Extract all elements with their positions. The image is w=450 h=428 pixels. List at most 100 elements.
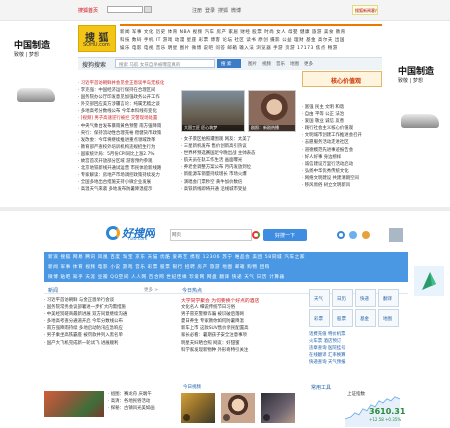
tool-tile[interactable]: 快递	[355, 289, 376, 307]
site-nav-row-2[interactable]: 新闻 军事 体育 视频 电影 小说 游戏 音乐 彩票 股票 银行 招聘 房产 旅…	[48, 264, 270, 270]
video-section-label[interactable]: 今日视频	[183, 384, 201, 390]
sohu-brand-link[interactable]: 搜狐首页	[78, 7, 98, 14]
sohu-search-input[interactable]: 搜索 马航 女孩自杀被曝是真的	[115, 59, 215, 68]
search-tab-video[interactable]: 视频	[262, 61, 271, 67]
skin-icon[interactable]	[362, 231, 370, 239]
news-item[interactable]: · 新能源车销量持续增长 市场火爆	[181, 171, 296, 178]
sohu-search-button[interactable]: 搜 索	[217, 59, 241, 68]
hao-search-input[interactable]	[170, 229, 252, 241]
news-item[interactable]: · 习近平首访朝鲜 与金正恩举行会谈	[44, 297, 168, 304]
news-photo-2[interactable]: 剧照：新剧热播	[248, 90, 296, 132]
register-link[interactable]: 注册	[192, 7, 202, 14]
rocket-icon[interactable]	[414, 266, 444, 296]
video-thumb[interactable]	[181, 393, 215, 423]
hao-search-tab[interactable]: 网页	[172, 232, 181, 238]
channel-nav-row-3[interactable]: 娱乐 电影 电视 音乐 明星 图片 微博 说吧 问答 邮箱 输入法 浏览器 手游…	[120, 45, 382, 52]
hao-search-button[interactable]: 好搜一下	[263, 229, 307, 241]
tool-link[interactable]: 快递查询 天气预报	[309, 359, 401, 366]
tool-tile[interactable]: 日历	[332, 289, 353, 307]
tool-link[interactable]: 火车票 酒店预订	[309, 338, 401, 345]
site-nav-row-1[interactable]: 新浪 搜狐 网易 腾讯 凤凰 百度 淘宝 京东 天猫 优酷 爱奇艺 携程 123…	[48, 254, 305, 260]
headline-item[interactable]: · 习近平首访朝鲜并会见金正恩谈半岛无核化	[78, 80, 178, 87]
search-tab-images[interactable]: 图片	[248, 61, 257, 67]
news-item[interactable]: · 航天员在轨工作生活 画面曝光	[181, 157, 296, 164]
headline-item[interactable]: · 李克强：中国经济运行保持在合理区间	[78, 87, 178, 94]
hot-headline[interactable]: 大学同学聚会 为何要换个好点的酒店	[181, 297, 301, 304]
list-item[interactable]: · 组图：赛龙舟 庆端午	[108, 391, 168, 398]
tool-tile[interactable]: 翻译	[378, 289, 399, 307]
news-item[interactable]: · 世界杯预选赛国足今晚出战 主帅表态	[181, 150, 296, 157]
news-item[interactable]: · 移风易俗 树立文明新风	[302, 182, 382, 189]
news-more-link[interactable]: 更多 >	[144, 287, 158, 293]
headline-item[interactable]: · 专家解读：房地产市场调控政策持续发力	[78, 172, 178, 179]
headline-item[interactable]: · [视频] 男子高速逆行被拦 交警现场处置	[78, 115, 178, 122]
tool-tile[interactable]: 股票	[332, 309, 353, 327]
news-photo-1[interactable]: 大国工匠 匠心筑梦	[181, 90, 245, 132]
headline-item[interactable]: · 发改委：今年将继续推进重点领域改革	[78, 137, 178, 144]
tool-tile[interactable]: 基金	[355, 309, 376, 327]
headline-item[interactable]: · 国家统计局：5月份CPI同比上涨2.7%	[78, 151, 178, 158]
video-thumb[interactable]	[261, 393, 295, 423]
news-item[interactable]: · 志愿服务活动走进社区	[302, 139, 382, 146]
headline-item[interactable]: · 全国多地出台措施支持小微企业发展	[78, 179, 178, 186]
channel-nav-row-2[interactable]: 科技 数码 手机 IT 游戏 动漫 星座 彩票 博客 论坛 社区 读书 原创 摄…	[120, 37, 382, 44]
sohu-link[interactable]: 搜狐	[218, 7, 228, 14]
news-item[interactable]: · 弘扬中华优秀传统文化	[302, 168, 382, 175]
photo-thumbnail[interactable]	[44, 391, 104, 417]
tool-link[interactable]: 在线翻译 汇率换算	[309, 352, 401, 359]
news-item[interactable]: · 国务院常务会议部署进一步扩大内需措施	[44, 304, 168, 311]
news-item[interactable]: · 道德模范先进事迹报告会	[302, 147, 382, 154]
news-item[interactable]: · 网络文明建设 共建清朗空间	[302, 175, 382, 182]
headline-item[interactable]: · 外交部回应美方涉疆言论：纯属无稽之谈	[78, 101, 178, 108]
hot-item[interactable]: 文化名人 细说传统节日习俗	[181, 304, 301, 311]
hot-item[interactable]: 科学家发现新物种 外形奇特引关注	[181, 347, 301, 354]
news-item[interactable]: · 三星新机发布 售价创新高引热议	[181, 143, 296, 150]
search-tab-more[interactable]: 更多	[304, 61, 313, 67]
news-item[interactable]: · 富强 民主 文明 和谐	[302, 104, 382, 111]
avatar[interactable]	[389, 228, 403, 242]
list-item[interactable]: · 探秘：古镇风光美如画	[108, 405, 168, 412]
search-icon[interactable]	[144, 6, 152, 13]
headline-item[interactable]: · 教育部严查校外培训机构违规招生行为	[78, 144, 178, 151]
core-value-banner[interactable]: 核心价值观	[302, 71, 382, 87]
tool-link[interactable]: 话费充值 特价机票	[309, 331, 401, 338]
headline-item[interactable]: · 中央气象台发布暴雨黄色预警 南方强降雨	[78, 123, 178, 130]
news-item[interactable]: · 养老金调整方案公布 月内发放到位	[181, 164, 296, 171]
news-item[interactable]: · 南方强降雨持续 多地启动防汛应急响应	[44, 325, 168, 332]
stock-widget[interactable]: 上证指数 3610.31 +12.58 +0.35%	[345, 389, 405, 427]
news-item[interactable]: · 文明城市创建工作推进会召开	[302, 132, 382, 139]
hot-item[interactable]: 家长必看：暑期孩子安全注意事项	[181, 332, 301, 339]
news-item[interactable]: · 高铁新线即将开通 沿线城市受益	[181, 186, 296, 193]
tab-hot-today[interactable]: 今日热点	[182, 287, 202, 294]
headline-item[interactable]: · 多地高考分数线公布 今年本科线有变化	[78, 108, 178, 115]
refresh-icon[interactable]	[337, 231, 345, 239]
news-client-badge[interactable]: 搜狐新闻客户端	[352, 5, 378, 15]
news-item[interactable]: · 多地高考查分通道开启 今年分数线公布	[44, 318, 168, 325]
headline-item[interactable]: · 北京地铁新线开通试运营 市民体验新线路	[78, 165, 178, 172]
channel-nav-row-1[interactable]: 新闻 军事 文化 历史 体育 NBA 视频 汽车 房产 家居 财经 股票 时尚 …	[120, 29, 382, 36]
news-item[interactable]: · 中美经贸磋商最新进展 双方同意继续沟通	[44, 311, 168, 318]
hot-item[interactable]: 夏日养生 专家教你如何防暑降温	[181, 318, 301, 325]
news-item[interactable]: · 践行社会主义核心价值观	[302, 125, 382, 132]
hot-item[interactable]: 新车上市 这款SUV售价亲民配置高	[181, 325, 301, 332]
news-item[interactable]: · 爱国 敬业 诚信 友善	[302, 118, 382, 125]
search-tab-map[interactable]: 地图	[290, 61, 299, 67]
video-thumb[interactable]	[221, 393, 255, 423]
login-link[interactable]: 登录	[205, 7, 215, 14]
list-item[interactable]: · 高清：各地民俗活动	[108, 398, 168, 405]
news-item[interactable]: · 国产大飞机完成新一轮试飞 进展顺利	[44, 340, 168, 347]
news-item[interactable]: · 男子乘坐高铁霸座 被罚款并列入黑名单	[44, 332, 168, 339]
headline-item[interactable]: · 故宫首次开放部分区域 游客预约参观	[78, 158, 178, 165]
tool-tile[interactable]: 地图	[378, 309, 399, 327]
tab-news[interactable]: 新闻	[48, 287, 58, 294]
tool-tile[interactable]: 彩票	[309, 309, 330, 327]
hot-item[interactable]: 男子冒充警察诈骗 被识破后落网	[181, 311, 301, 318]
news-item[interactable]: · 自由 平等 公正 法治	[302, 111, 382, 118]
sohu-top-search-input[interactable]	[107, 6, 143, 13]
ad-banner-right[interactable]: 中国制造 致敬 | 梦想	[398, 64, 442, 154]
tool-link[interactable]: 违章查询 医院挂号	[309, 345, 401, 352]
weibo-link[interactable]: 微博	[231, 7, 241, 14]
headline-item[interactable]: · 高温天气来袭 多地发布防暑降温提示	[78, 186, 178, 193]
news-item[interactable]: · 好人好事 身边榜样	[302, 154, 382, 161]
sohu-logo[interactable]: 搜 狐 SOHU.com	[78, 25, 116, 52]
